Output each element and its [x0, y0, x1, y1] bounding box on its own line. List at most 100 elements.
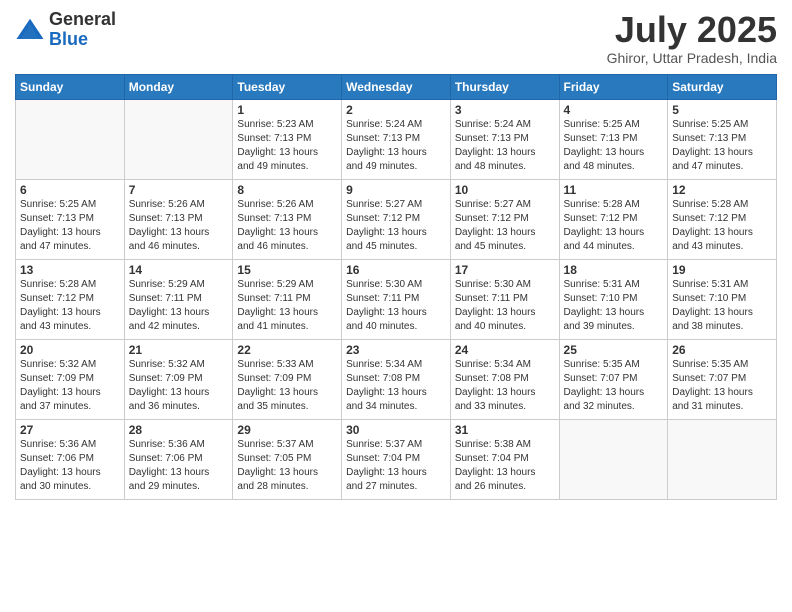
calendar-cell: 23Sunrise: 5:34 AMSunset: 7:08 PMDayligh… [342, 339, 451, 419]
calendar-cell [16, 99, 125, 179]
day-info: Sunrise: 5:28 AMSunset: 7:12 PMDaylight:… [672, 198, 772, 254]
day-number: 6 [20, 183, 120, 197]
day-number: 28 [129, 423, 229, 437]
day-number: 24 [455, 343, 555, 357]
day-info: Sunrise: 5:26 AMSunset: 7:13 PMDaylight:… [237, 198, 337, 254]
week-row-2: 6Sunrise: 5:25 AMSunset: 7:13 PMDaylight… [16, 179, 777, 259]
week-row-3: 13Sunrise: 5:28 AMSunset: 7:12 PMDayligh… [16, 259, 777, 339]
day-number: 21 [129, 343, 229, 357]
day-info: Sunrise: 5:33 AMSunset: 7:09 PMDaylight:… [237, 358, 337, 414]
page: General Blue July 2025 Ghiror, Uttar Pra… [0, 0, 792, 612]
day-header-tuesday: Tuesday [233, 74, 342, 99]
day-info: Sunrise: 5:31 AMSunset: 7:10 PMDaylight:… [564, 278, 664, 334]
calendar-cell: 19Sunrise: 5:31 AMSunset: 7:10 PMDayligh… [668, 259, 777, 339]
calendar-cell: 6Sunrise: 5:25 AMSunset: 7:13 PMDaylight… [16, 179, 125, 259]
day-info: Sunrise: 5:31 AMSunset: 7:10 PMDaylight:… [672, 278, 772, 334]
calendar-cell [124, 99, 233, 179]
day-info: Sunrise: 5:29 AMSunset: 7:11 PMDaylight:… [129, 278, 229, 334]
calendar-cell: 26Sunrise: 5:35 AMSunset: 7:07 PMDayligh… [668, 339, 777, 419]
calendar-cell: 16Sunrise: 5:30 AMSunset: 7:11 PMDayligh… [342, 259, 451, 339]
day-number: 4 [564, 103, 664, 117]
calendar-cell: 29Sunrise: 5:37 AMSunset: 7:05 PMDayligh… [233, 419, 342, 499]
day-info: Sunrise: 5:28 AMSunset: 7:12 PMDaylight:… [20, 278, 120, 334]
day-number: 26 [672, 343, 772, 357]
day-number: 19 [672, 263, 772, 277]
calendar-cell: 20Sunrise: 5:32 AMSunset: 7:09 PMDayligh… [16, 339, 125, 419]
header: General Blue July 2025 Ghiror, Uttar Pra… [15, 10, 777, 66]
day-number: 31 [455, 423, 555, 437]
day-number: 17 [455, 263, 555, 277]
day-info: Sunrise: 5:27 AMSunset: 7:12 PMDaylight:… [455, 198, 555, 254]
calendar-cell: 4Sunrise: 5:25 AMSunset: 7:13 PMDaylight… [559, 99, 668, 179]
day-info: Sunrise: 5:25 AMSunset: 7:13 PMDaylight:… [20, 198, 120, 254]
day-number: 2 [346, 103, 446, 117]
day-number: 16 [346, 263, 446, 277]
calendar-cell: 27Sunrise: 5:36 AMSunset: 7:06 PMDayligh… [16, 419, 125, 499]
day-info: Sunrise: 5:34 AMSunset: 7:08 PMDaylight:… [455, 358, 555, 414]
calendar-cell: 24Sunrise: 5:34 AMSunset: 7:08 PMDayligh… [450, 339, 559, 419]
day-header-wednesday: Wednesday [342, 74, 451, 99]
day-info: Sunrise: 5:36 AMSunset: 7:06 PMDaylight:… [20, 438, 120, 494]
day-info: Sunrise: 5:27 AMSunset: 7:12 PMDaylight:… [346, 198, 446, 254]
day-number: 13 [20, 263, 120, 277]
day-number: 11 [564, 183, 664, 197]
day-number: 15 [237, 263, 337, 277]
day-info: Sunrise: 5:28 AMSunset: 7:12 PMDaylight:… [564, 198, 664, 254]
day-number: 8 [237, 183, 337, 197]
day-number: 22 [237, 343, 337, 357]
day-number: 25 [564, 343, 664, 357]
calendar-cell: 14Sunrise: 5:29 AMSunset: 7:11 PMDayligh… [124, 259, 233, 339]
day-number: 3 [455, 103, 555, 117]
day-info: Sunrise: 5:35 AMSunset: 7:07 PMDaylight:… [672, 358, 772, 414]
calendar-cell: 3Sunrise: 5:24 AMSunset: 7:13 PMDaylight… [450, 99, 559, 179]
logo-blue: Blue [49, 30, 116, 50]
calendar-cell: 12Sunrise: 5:28 AMSunset: 7:12 PMDayligh… [668, 179, 777, 259]
day-number: 5 [672, 103, 772, 117]
calendar-cell: 8Sunrise: 5:26 AMSunset: 7:13 PMDaylight… [233, 179, 342, 259]
day-number: 9 [346, 183, 446, 197]
logo-icon [15, 15, 45, 45]
day-info: Sunrise: 5:37 AMSunset: 7:05 PMDaylight:… [237, 438, 337, 494]
day-info: Sunrise: 5:24 AMSunset: 7:13 PMDaylight:… [455, 118, 555, 174]
calendar-cell: 11Sunrise: 5:28 AMSunset: 7:12 PMDayligh… [559, 179, 668, 259]
day-number: 1 [237, 103, 337, 117]
day-info: Sunrise: 5:26 AMSunset: 7:13 PMDaylight:… [129, 198, 229, 254]
day-number: 10 [455, 183, 555, 197]
day-info: Sunrise: 5:32 AMSunset: 7:09 PMDaylight:… [20, 358, 120, 414]
calendar-cell: 5Sunrise: 5:25 AMSunset: 7:13 PMDaylight… [668, 99, 777, 179]
calendar-cell: 18Sunrise: 5:31 AMSunset: 7:10 PMDayligh… [559, 259, 668, 339]
calendar: SundayMondayTuesdayWednesdayThursdayFrid… [15, 74, 777, 500]
day-number: 7 [129, 183, 229, 197]
calendar-cell: 7Sunrise: 5:26 AMSunset: 7:13 PMDaylight… [124, 179, 233, 259]
day-number: 14 [129, 263, 229, 277]
calendar-cell: 10Sunrise: 5:27 AMSunset: 7:12 PMDayligh… [450, 179, 559, 259]
logo-general: General [49, 10, 116, 30]
week-row-1: 1Sunrise: 5:23 AMSunset: 7:13 PMDaylight… [16, 99, 777, 179]
day-info: Sunrise: 5:37 AMSunset: 7:04 PMDaylight:… [346, 438, 446, 494]
day-info: Sunrise: 5:29 AMSunset: 7:11 PMDaylight:… [237, 278, 337, 334]
calendar-header-row: SundayMondayTuesdayWednesdayThursdayFrid… [16, 74, 777, 99]
day-info: Sunrise: 5:38 AMSunset: 7:04 PMDaylight:… [455, 438, 555, 494]
calendar-cell: 9Sunrise: 5:27 AMSunset: 7:12 PMDaylight… [342, 179, 451, 259]
week-row-5: 27Sunrise: 5:36 AMSunset: 7:06 PMDayligh… [16, 419, 777, 499]
calendar-cell: 22Sunrise: 5:33 AMSunset: 7:09 PMDayligh… [233, 339, 342, 419]
day-header-thursday: Thursday [450, 74, 559, 99]
calendar-cell: 17Sunrise: 5:30 AMSunset: 7:11 PMDayligh… [450, 259, 559, 339]
day-info: Sunrise: 5:36 AMSunset: 7:06 PMDaylight:… [129, 438, 229, 494]
calendar-cell: 2Sunrise: 5:24 AMSunset: 7:13 PMDaylight… [342, 99, 451, 179]
calendar-cell: 21Sunrise: 5:32 AMSunset: 7:09 PMDayligh… [124, 339, 233, 419]
calendar-cell: 15Sunrise: 5:29 AMSunset: 7:11 PMDayligh… [233, 259, 342, 339]
day-number: 20 [20, 343, 120, 357]
day-header-sunday: Sunday [16, 74, 125, 99]
logo-text: General Blue [49, 10, 116, 50]
day-number: 27 [20, 423, 120, 437]
day-info: Sunrise: 5:30 AMSunset: 7:11 PMDaylight:… [346, 278, 446, 334]
month-title: July 2025 [607, 10, 777, 50]
calendar-cell [668, 419, 777, 499]
day-info: Sunrise: 5:34 AMSunset: 7:08 PMDaylight:… [346, 358, 446, 414]
calendar-cell: 13Sunrise: 5:28 AMSunset: 7:12 PMDayligh… [16, 259, 125, 339]
calendar-cell: 30Sunrise: 5:37 AMSunset: 7:04 PMDayligh… [342, 419, 451, 499]
day-number: 29 [237, 423, 337, 437]
day-info: Sunrise: 5:30 AMSunset: 7:11 PMDaylight:… [455, 278, 555, 334]
day-info: Sunrise: 5:25 AMSunset: 7:13 PMDaylight:… [564, 118, 664, 174]
